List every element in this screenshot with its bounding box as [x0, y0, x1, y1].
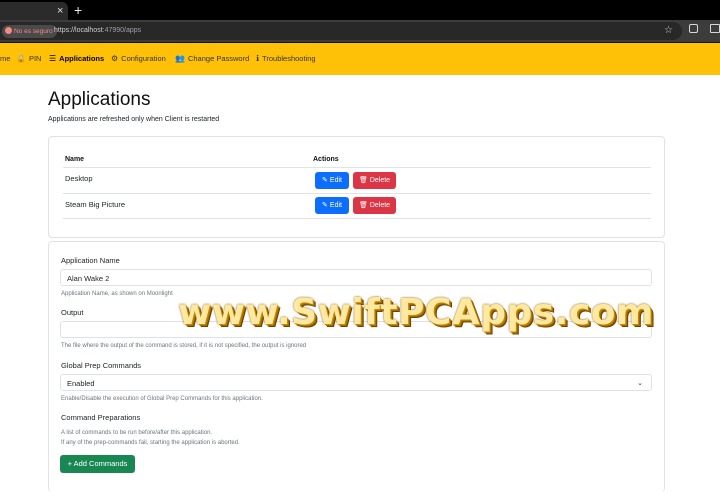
app-name-label: Application Name [61, 256, 120, 265]
nav-label-home: me [0, 54, 11, 63]
output-label: Output [61, 308, 84, 317]
edit-desktop-button[interactable]: ✎ Edit [315, 172, 349, 189]
url-path: :47990/apps [102, 27, 142, 34]
output-help: The file where the output of the command… [61, 343, 307, 349]
delete-steam-button[interactable]: 🗑 Delete [353, 197, 396, 214]
nav-item-applications[interactable]: ☰ Applications [49, 54, 104, 64]
applications-card: Name Actions Desktop ✎ Edit 🗑 Delete Steam… [48, 136, 665, 238]
row-divider [63, 218, 651, 219]
url-host: https://localhost [54, 27, 103, 34]
command-prep-label: Command Preparations [61, 413, 141, 422]
row-divider [63, 193, 651, 194]
app-name-help: Application Name, as shown on Moonlight [61, 291, 173, 297]
edit-application-form: Application Name Alan Wake 2 Application… [48, 241, 665, 492]
list-icon: ☰ [49, 54, 57, 63]
warning-icon [5, 27, 12, 34]
edit-icon: ✎ [322, 202, 328, 209]
browser-toolbar: No es seguro https://localhost:47990/app… [0, 20, 720, 43]
global-prep-help: Enable/Disable the execution of Global P… [61, 396, 263, 402]
url-text[interactable]: https://localhost:47990/apps [54, 26, 141, 36]
name-column-header: Name [65, 156, 85, 163]
extensions-icon[interactable] [689, 24, 698, 33]
nav-label-applications: Applications [59, 54, 105, 63]
nav-item-pin[interactable]: 🔒 PIN [16, 54, 41, 64]
command-prep-help-1: A list of commands to be run before/afte… [61, 430, 213, 436]
browser-tab[interactable]: × [0, 2, 68, 20]
nav-label-pin: PIN [28, 54, 42, 63]
watermark-logo: www.SwiftPCApps.com [178, 292, 654, 333]
delete-label: Delete [369, 177, 391, 184]
trash-icon: 🗑 [358, 177, 368, 184]
edit-steam-button[interactable]: ✎ Edit [315, 197, 349, 214]
add-commands-button[interactable]: + Add Commands [60, 455, 135, 473]
app-name-input[interactable]: Alan Wake 2 [60, 269, 652, 286]
chevron-down-icon: ⌄ [637, 380, 643, 387]
nav-item-change-password[interactable]: 👥 Change Password [175, 54, 249, 64]
delete-label: Delete [369, 202, 391, 209]
app-name-desktop: Desktop [65, 174, 93, 183]
lock-icon: 🔒 [16, 54, 26, 63]
nav-label-configuration: Configuration [121, 54, 166, 63]
page-title: Applications [48, 89, 151, 110]
global-prep-label: Global Prep Commands [61, 361, 142, 370]
actions-column-header: Actions [313, 156, 339, 163]
edit-label: Edit [329, 177, 342, 184]
delete-desktop-button[interactable]: 🗑 Delete [353, 172, 396, 189]
row-divider [63, 167, 651, 168]
global-prep-select[interactable]: Enabled ⌄ [60, 374, 652, 391]
security-label: No es seguro [14, 28, 53, 35]
app-name-steam-big-picture: Steam Big Picture [65, 200, 126, 209]
nav-item-troubleshooting[interactable]: ℹ Troubleshooting [256, 54, 316, 64]
security-chip[interactable]: No es seguro [2, 25, 57, 38]
bookmark-star-icon[interactable]: ☆ [664, 25, 673, 37]
page-subtitle: Applications are refreshed only when Cli… [48, 116, 220, 123]
nav-item-home[interactable]: me [0, 54, 10, 64]
nav-label-change-password: Change Password [187, 54, 250, 63]
new-tab-icon[interactable]: + [74, 2, 82, 18]
trash-icon: 🗑 [358, 202, 368, 209]
app-navbar: me 🔒 PIN ☰ Applications ⚙ Configuration 👥 Ch… [0, 43, 720, 75]
global-prep-value: Enabled [67, 379, 95, 388]
close-tab-icon[interactable]: × [57, 5, 63, 17]
users-icon: 👥 [175, 54, 185, 63]
nav-label-troubleshooting: Troubleshooting [262, 54, 316, 63]
nav-item-configuration[interactable]: ⚙ Configuration [111, 54, 166, 64]
gear-icon: ⚙ [111, 54, 119, 63]
side-panel-icon[interactable] [710, 24, 720, 33]
browser-tab-strip: × + [0, 0, 720, 20]
edit-icon: ✎ [322, 177, 328, 184]
info-icon: ℹ [256, 54, 260, 63]
command-prep-help-2: If any of the prep-commands fail, starti… [61, 440, 240, 446]
address-bar[interactable]: No es seguro https://localhost:47990/app… [0, 22, 682, 40]
edit-label: Edit [329, 202, 342, 209]
